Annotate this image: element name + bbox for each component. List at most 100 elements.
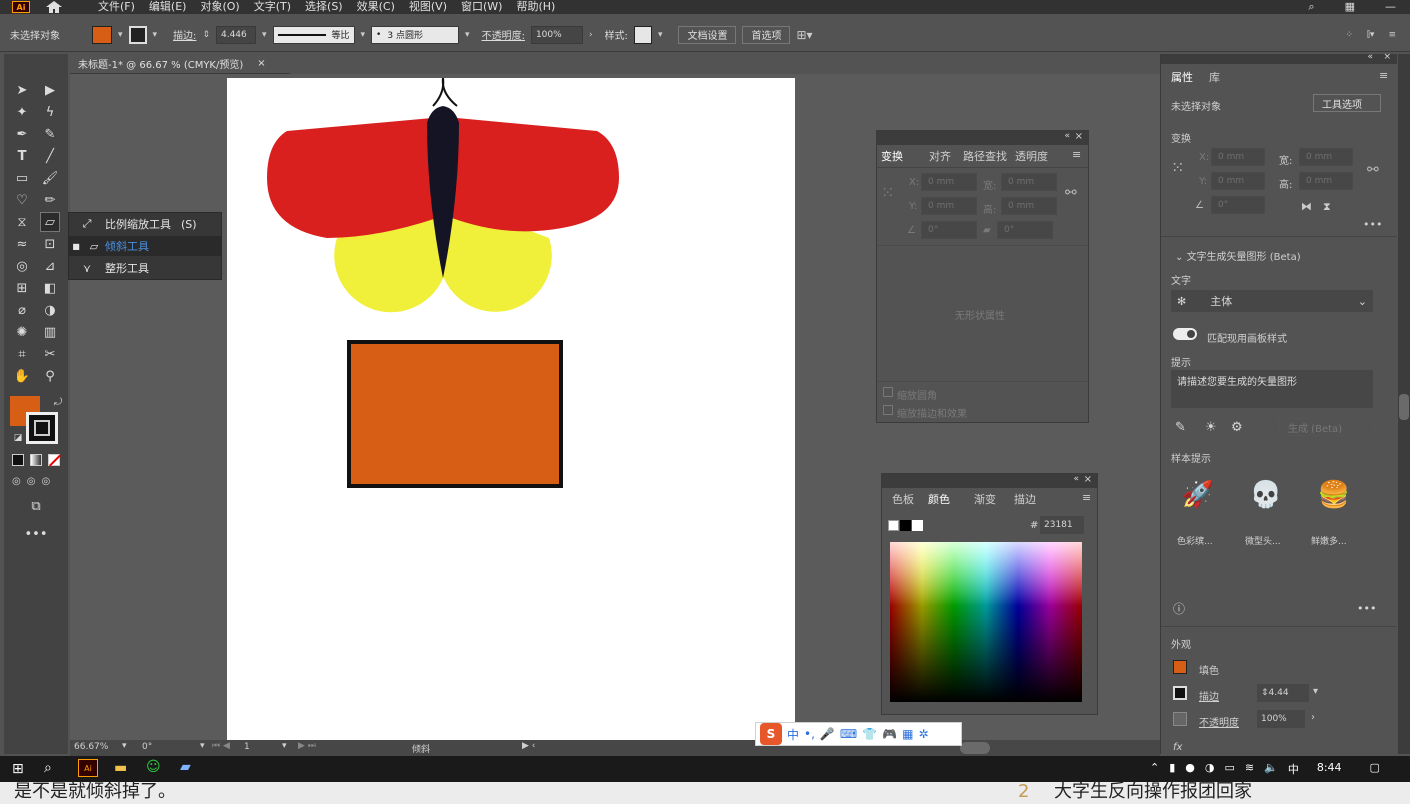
- gradient-mode-icon[interactable]: [30, 454, 42, 466]
- tray-mic-icon[interactable]: ▮: [1169, 761, 1175, 777]
- ime-settings-icon[interactable]: ✲: [918, 727, 928, 741]
- flip-vertical-icon[interactable]: ⧗: [1323, 200, 1331, 214]
- flip-horizontal-icon[interactable]: ⧓: [1301, 200, 1312, 213]
- selection-tool-icon[interactable]: ➤: [12, 80, 32, 100]
- tab-gradient[interactable]: 渐变: [974, 491, 996, 507]
- fx-icon[interactable]: fx: [1173, 742, 1182, 753]
- stroke-color-swatch[interactable]: [26, 412, 58, 444]
- preferences-button[interactable]: 首选项: [742, 25, 791, 44]
- tool-options-button[interactable]: 工具选项: [1313, 94, 1381, 112]
- menu-item[interactable]: 编辑(E): [149, 1, 187, 13]
- close-panel-icon[interactable]: ×: [1075, 131, 1083, 142]
- color-panel-header[interactable]: « ×: [882, 474, 1097, 488]
- stroke-dropdown-icon[interactable]: ▾: [1313, 686, 1318, 697]
- first-page-icon[interactable]: ⏮ ◀: [212, 741, 230, 751]
- collapse-icon[interactable]: «: [1064, 131, 1070, 141]
- stroke-label[interactable]: 描边: [1199, 688, 1219, 703]
- windows-start-icon[interactable]: ⊞: [12, 761, 24, 777]
- wifi-icon[interactable]: ≋: [1245, 761, 1254, 777]
- subject-dropdown[interactable]: ✻ 主体 ⌄: [1171, 290, 1373, 312]
- more-tools-icon[interactable]: •••: [25, 524, 48, 544]
- variable-width-profile[interactable]: 等比: [272, 25, 355, 44]
- collapse-icon[interactable]: «: [1367, 52, 1373, 62]
- menu-item[interactable]: 文件(F): [98, 1, 135, 13]
- opacity-label[interactable]: 不透明度: [1199, 714, 1239, 729]
- hand-tool-icon[interactable]: ✋: [12, 366, 32, 386]
- white-swatch[interactable]: [912, 520, 923, 531]
- left-upper-wing[interactable]: [267, 118, 442, 238]
- default-colors-icon[interactable]: ◪: [8, 428, 28, 448]
- paintbrush-tool-icon[interactable]: 🖌: [40, 168, 60, 188]
- volume-icon[interactable]: 🔈: [1264, 761, 1278, 777]
- opacity-arrow-icon[interactable]: ›: [589, 30, 593, 40]
- home-icon[interactable]: [46, 1, 62, 13]
- wechat-icon[interactable]: ☺: [146, 759, 161, 775]
- opacity-field[interactable]: 100%: [1257, 710, 1305, 728]
- rotate-dropdown-icon[interactable]: ▾: [200, 741, 205, 751]
- draw-behind-icon[interactable]: ◎: [27, 476, 36, 487]
- tab-stroke[interactable]: 描边: [1014, 491, 1036, 507]
- rotate-field[interactable]: 0°: [921, 221, 977, 239]
- butterfly-artwork[interactable]: [227, 78, 795, 740]
- prompt-input[interactable]: 请描述您要生成的矢量图形: [1171, 370, 1373, 408]
- tray-app2-icon[interactable]: ◑: [1205, 761, 1215, 777]
- perspective-grid-icon[interactable]: ⊿: [40, 256, 60, 276]
- stroke-swatch[interactable]: [128, 25, 147, 44]
- ime-toolbar[interactable]: S 中 •, 🎤 ⌨ 👕 🎮 ▦ ✲: [755, 722, 962, 746]
- mesh-tool-icon[interactable]: ⊞: [12, 278, 32, 298]
- rotate-view-field[interactable]: 0°: [142, 742, 152, 752]
- style-swatch[interactable]: [633, 25, 652, 44]
- microphone-icon[interactable]: 🎤: [820, 727, 835, 741]
- tray-app-icon[interactable]: ●: [1185, 761, 1195, 777]
- keyboard-icon[interactable]: ⌨: [840, 727, 857, 741]
- pen-tool-icon[interactable]: ✒: [12, 124, 32, 144]
- menu-item[interactable]: 效果(C): [357, 1, 395, 13]
- style-dropdown-icon[interactable]: ▾: [658, 30, 663, 40]
- status-menu-icon[interactable]: ▶ ‹: [522, 741, 535, 751]
- grid-icon[interactable]: ⁘: [1346, 30, 1354, 40]
- rectangle-tool-icon[interactable]: ▭: [12, 168, 32, 188]
- next-page-icon[interactable]: ▶ ⏭: [298, 741, 316, 751]
- stroke-weight-field[interactable]: 4.446: [215, 25, 256, 44]
- horizontal-scroll-thumb[interactable]: [960, 742, 990, 754]
- stroke-weight-field[interactable]: ⇕ 4.44: [1257, 684, 1309, 702]
- tab-swatches[interactable]: 色板: [892, 491, 914, 507]
- reshape-tool-item[interactable]: ⋎ 整形工具: [69, 258, 221, 278]
- color-spectrum[interactable]: [890, 542, 1082, 702]
- free-transform-icon[interactable]: ⊡: [40, 234, 60, 254]
- right-upper-wing[interactable]: [447, 118, 619, 232]
- artboard-tool-icon[interactable]: ⌗: [12, 344, 32, 364]
- tab-properties[interactable]: 属性: [1171, 69, 1193, 85]
- link-icon[interactable]: ⚯: [1367, 162, 1379, 178]
- sogou-logo-icon[interactable]: S: [760, 723, 782, 745]
- burger-sample-icon[interactable]: 🍔: [1309, 470, 1359, 520]
- link-icon[interactable]: ⚯: [1065, 185, 1077, 201]
- info-icon[interactable]: ⓘ: [1173, 600, 1185, 617]
- effects-icon[interactable]: ☀: [1205, 420, 1217, 435]
- vector-style-icon[interactable]: ✎: [1175, 420, 1186, 435]
- reflect-tool-icon[interactable]: ⧖: [12, 212, 32, 232]
- menu-item[interactable]: 选择(S): [305, 1, 343, 13]
- settings-icon[interactable]: ⚙: [1231, 420, 1243, 435]
- tab-pathfinder[interactable]: 路径查找: [963, 148, 1007, 164]
- stepper-icon[interactable]: ⇕: [1261, 688, 1269, 698]
- tray-expand-icon[interactable]: ⌃: [1150, 761, 1159, 777]
- game-icon[interactable]: 🎮: [882, 727, 897, 741]
- black-swatch[interactable]: [900, 520, 911, 531]
- align-icon[interactable]: ⫿▾: [1367, 30, 1374, 40]
- w-field[interactable]: 0 mm: [1299, 148, 1353, 166]
- stroke-label[interactable]: 描边:: [173, 27, 196, 42]
- reference-point-icon[interactable]: ⁙: [881, 183, 894, 202]
- opacity-arrow-icon[interactable]: ›: [1311, 712, 1315, 723]
- menu-item[interactable]: 文字(T): [254, 1, 291, 13]
- brush-definition[interactable]: • 3 点圆形: [371, 25, 460, 44]
- profile-dropdown-icon[interactable]: ▾: [361, 30, 366, 40]
- none-mode-icon[interactable]: [48, 454, 62, 467]
- stroke-dropdown-icon[interactable]: ▾: [153, 30, 158, 40]
- skull-sample-icon[interactable]: 💀: [1241, 470, 1291, 520]
- tab-transform[interactable]: 变换: [881, 148, 903, 164]
- y-field[interactable]: 0 mm: [1211, 172, 1265, 190]
- gradient-tool-icon[interactable]: ◧: [40, 278, 60, 298]
- arrange-icon[interactable]: ⊞▾: [796, 28, 812, 42]
- h-field[interactable]: 0 mm: [1001, 197, 1057, 215]
